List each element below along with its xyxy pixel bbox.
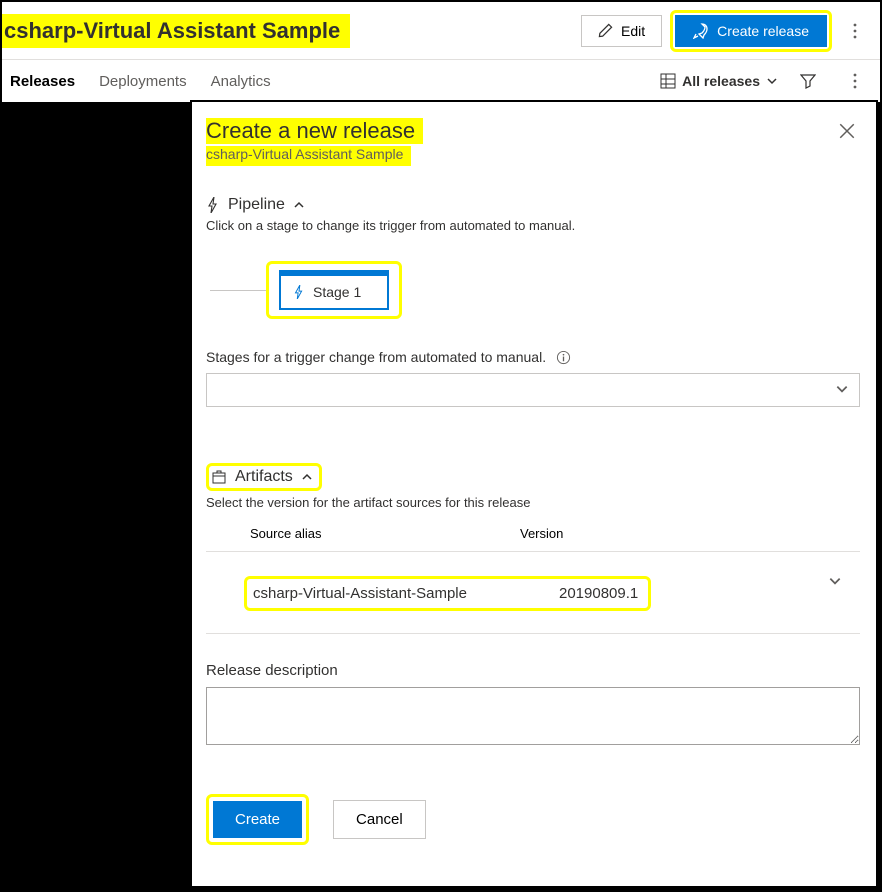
panel-title: Create a new release (206, 118, 423, 144)
artifacts-table-header: Source alias Version (206, 526, 860, 541)
cancel-button[interactable]: Cancel (333, 800, 426, 839)
all-releases-dropdown[interactable]: All releases (660, 73, 778, 89)
tab-releases[interactable]: Releases (10, 73, 75, 90)
artifact-row[interactable]: csharp-Virtual-Assistant-Sample 20190809… (206, 558, 860, 634)
release-description-input[interactable] (206, 687, 860, 745)
tabbar: Releases Deployments Analytics All relea… (2, 60, 880, 102)
artifact-alias: csharp-Virtual-Assistant-Sample (253, 585, 511, 602)
col-source-alias: Source alias (250, 526, 520, 541)
artifact-version: 20190809.1 (559, 585, 638, 602)
chevron-up-icon (301, 471, 313, 483)
artifacts-section-header[interactable]: Artifacts (211, 468, 313, 486)
page-header: csharp-Virtual Assistant Sample Edit Cre… (2, 2, 880, 60)
artifacts-helper: Select the version for the artifact sour… (206, 495, 860, 510)
edit-label: Edit (621, 23, 645, 39)
edit-button[interactable]: Edit (581, 15, 662, 47)
close-icon (838, 122, 856, 140)
chevron-down-icon (828, 574, 842, 588)
create-release-button[interactable]: Create release (675, 15, 827, 47)
rocket-icon (693, 23, 709, 39)
trigger-stages-select[interactable] (206, 373, 860, 407)
artifacts-heading: Artifacts (235, 468, 293, 486)
create-release-panel: Create a new release csharp-Virtual Assi… (190, 100, 878, 888)
all-releases-label: All releases (682, 73, 760, 89)
chevron-up-icon (293, 199, 305, 211)
close-button[interactable] (834, 118, 860, 144)
chevron-down-icon (835, 382, 849, 396)
stage-connector (210, 290, 266, 291)
grid-icon (660, 73, 676, 89)
pipeline-section-header[interactable]: Pipeline (206, 196, 860, 214)
filter-icon (800, 73, 816, 89)
more-vertical-icon (848, 73, 862, 89)
info-icon[interactable] (556, 350, 571, 365)
filter-button[interactable] (790, 67, 826, 95)
pencil-icon (598, 23, 613, 38)
package-icon (211, 469, 227, 485)
pipeline-heading: Pipeline (228, 196, 285, 214)
pipeline-title: csharp-Virtual Assistant Sample (2, 14, 350, 48)
lightning-icon (293, 285, 305, 299)
create-button[interactable]: Create (213, 801, 302, 838)
stage-card[interactable]: Stage 1 (279, 270, 389, 310)
panel-subtitle: csharp-Virtual Assistant Sample (206, 146, 411, 166)
chevron-down-icon (766, 75, 778, 87)
tabbar-more-button[interactable] (838, 67, 872, 95)
tab-analytics[interactable]: Analytics (211, 73, 271, 90)
pipeline-helper: Click on a stage to change its trigger f… (206, 218, 860, 233)
col-version: Version (520, 526, 860, 541)
stage-label: Stage 1 (313, 284, 361, 300)
header-more-button[interactable] (838, 17, 872, 45)
more-vertical-icon (848, 23, 862, 39)
tab-deployments[interactable]: Deployments (99, 73, 187, 90)
create-release-label: Create release (717, 23, 809, 39)
description-label: Release description (206, 662, 860, 679)
trigger-field-label: Stages for a trigger change from automat… (206, 349, 860, 365)
lightning-icon (206, 197, 220, 213)
